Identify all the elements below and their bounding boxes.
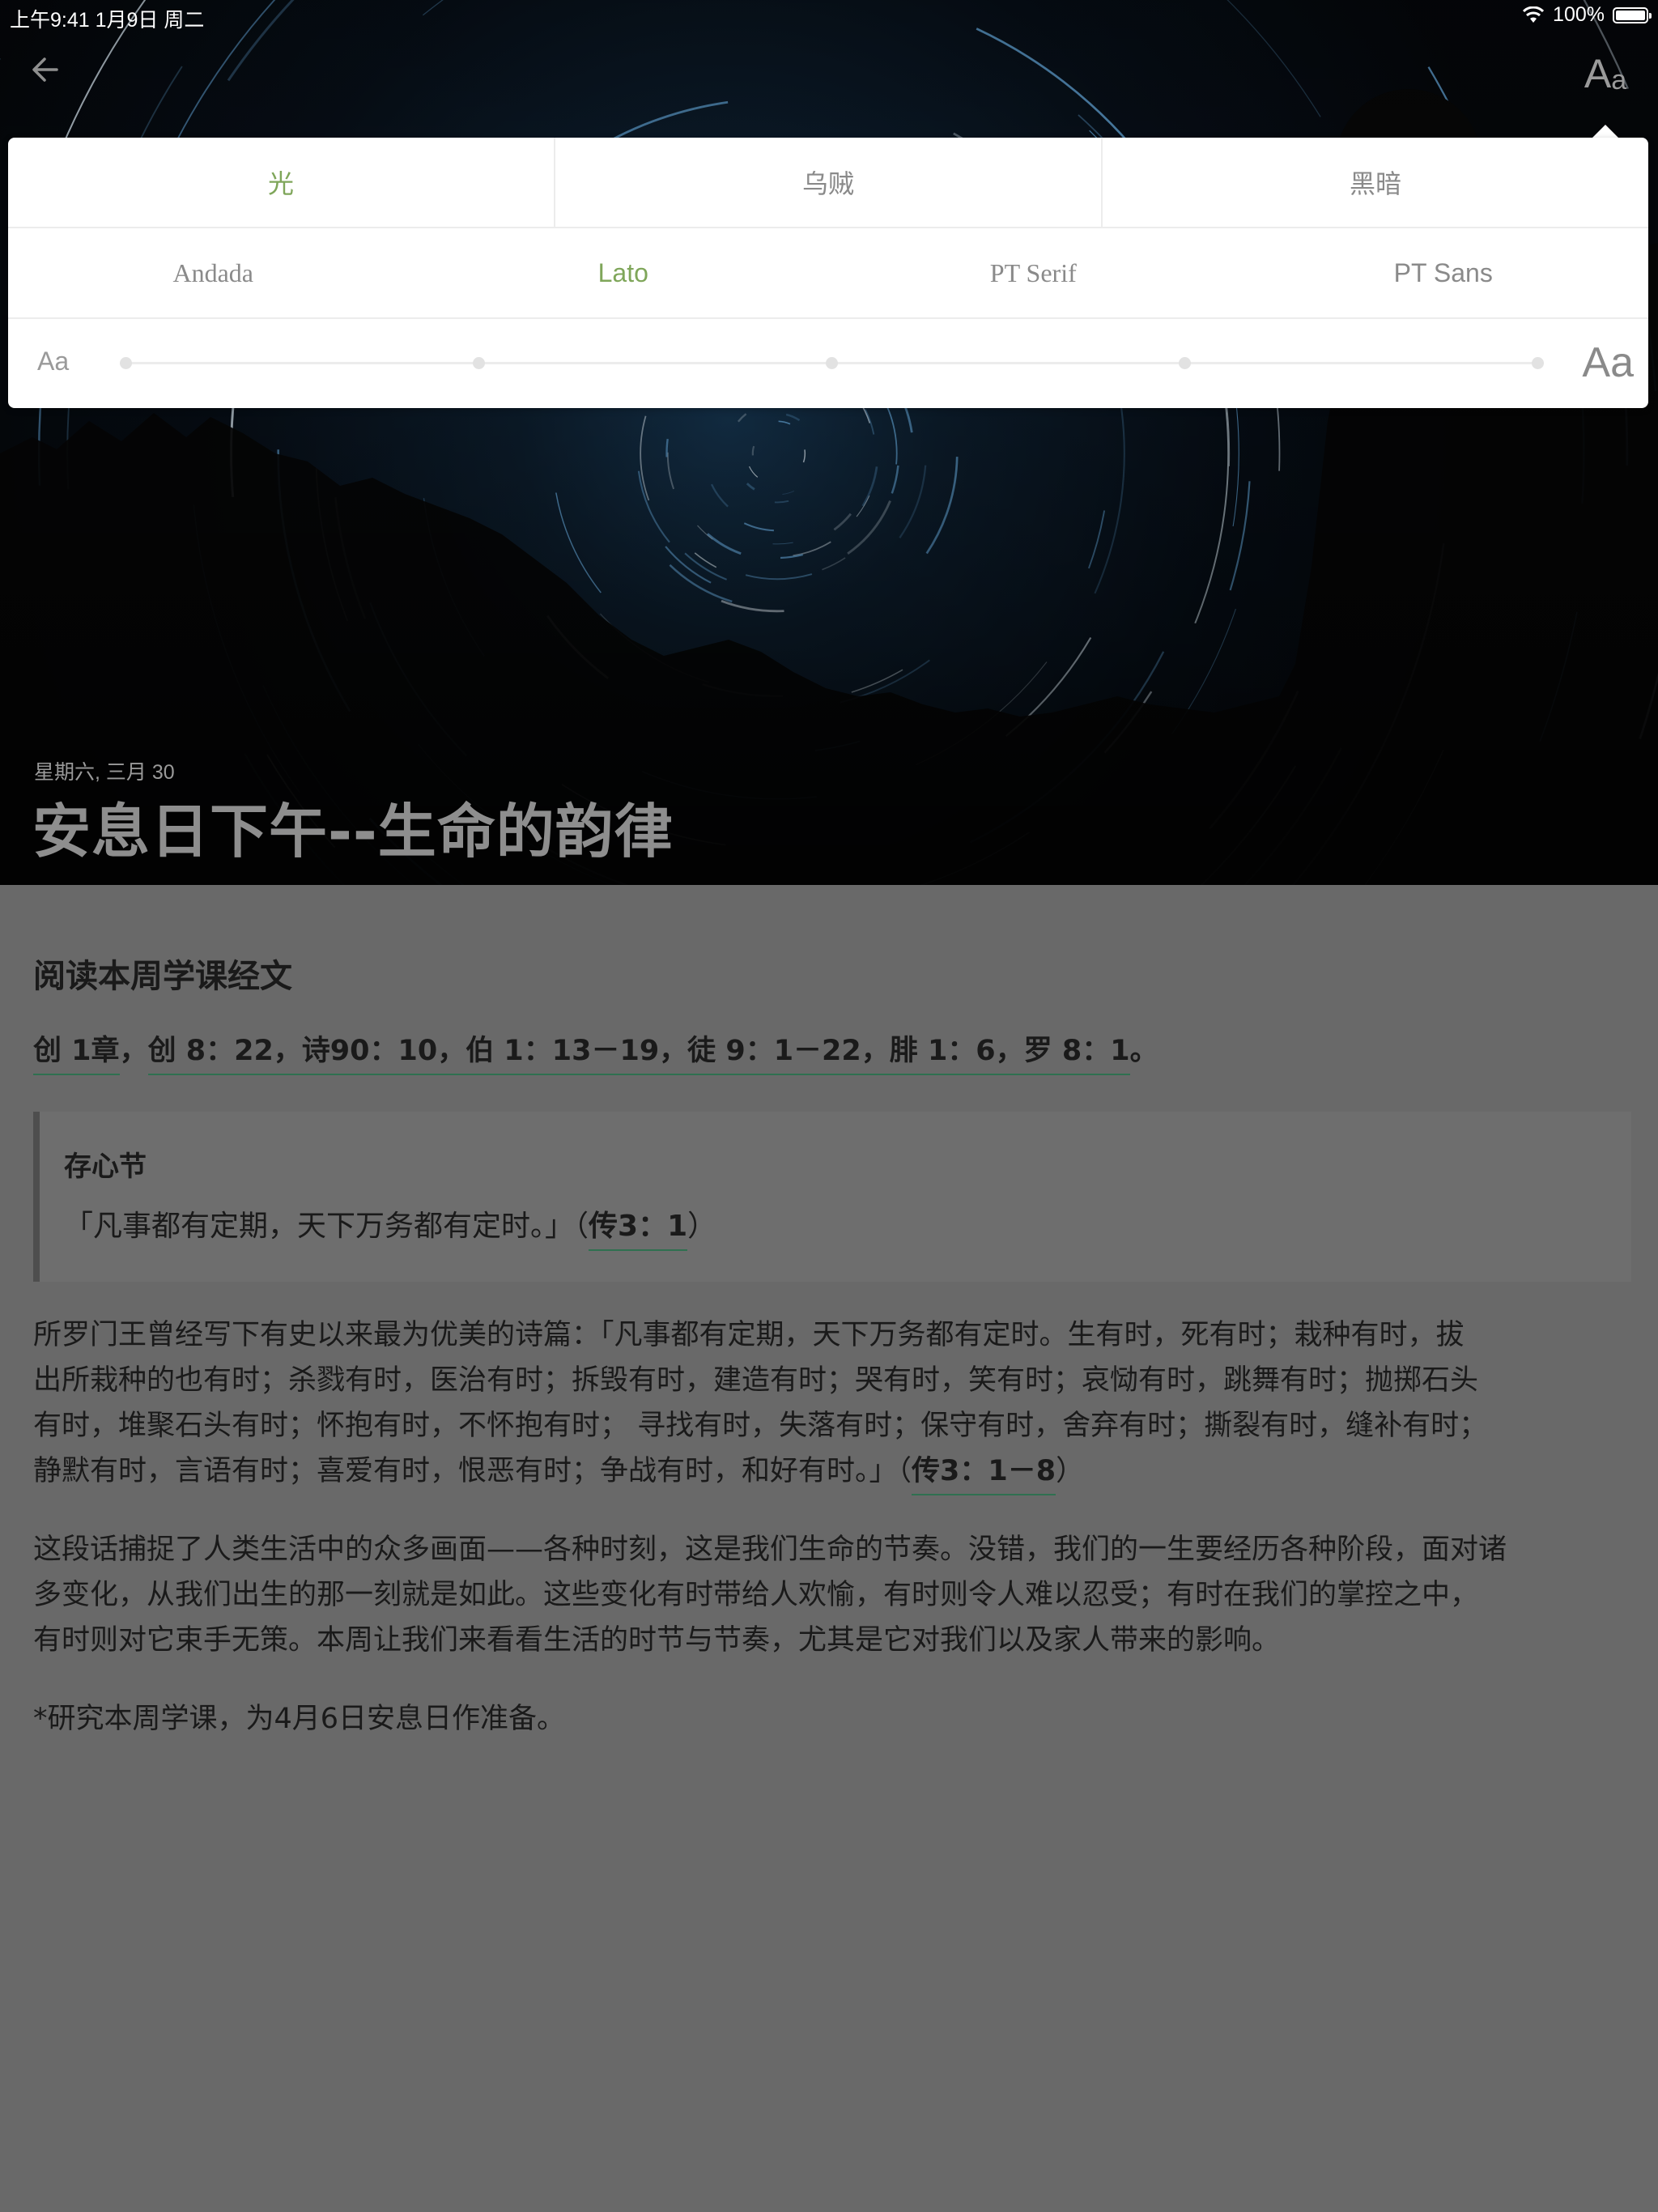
refs-separator: ， — [119, 1035, 148, 1067]
refs-end: 。 — [1129, 1035, 1158, 1067]
scripture-link[interactable]: 传3：1－8 — [912, 1455, 1056, 1495]
scripture-link[interactable]: 创 8：22，诗90：10，伯 1：13－19，徒 9：1－22，腓 1：6，罗… — [147, 1035, 1130, 1075]
paragraph-line: 有时则对它束手无策。本周让我们来看看生活的时节与节奏，尤其是它对我们以及家人带来… — [33, 1624, 1281, 1657]
wifi-icon — [1522, 6, 1545, 23]
text-size-icon-small: a — [1611, 65, 1627, 96]
font-size-step-dot[interactable] — [1532, 357, 1544, 369]
status-right: 100% — [1522, 3, 1652, 27]
lesson-content: 阅读本周学课经文 创 1章，创 8：22，诗90：10，伯 1：13－19，徒 … — [0, 885, 1658, 2212]
section-heading: 阅读本周学课经文 — [33, 958, 292, 995]
text-settings-popover: 光 乌贼 黑暗 Andada Lato PT Serif PT Sans Aa … — [8, 138, 1648, 408]
memory-verse-title: 存心节 — [64, 1151, 147, 1183]
paragraph: 所罗门王曾经写下有史以来最为优美的诗篇：「凡事都有定期，天下万务都有定时。生有时… — [33, 1312, 1625, 1495]
font-option-pt-sans[interactable]: PT Sans — [1239, 228, 1649, 317]
font-selector: Andada Lato PT Serif PT Sans — [8, 228, 1648, 319]
popover-arrow — [1592, 125, 1619, 138]
font-option-lato[interactable]: Lato — [419, 228, 829, 317]
lesson-title: 安息日下午--生命的韵律 — [32, 798, 674, 866]
font-size-step-dot[interactable] — [120, 357, 132, 369]
theme-option-sepia[interactable]: 乌贼 — [555, 138, 1103, 227]
theme-selector: 光 乌贼 黑暗 — [8, 138, 1648, 228]
memory-verse-block: 存心节 「凡事都有定期，天下万务都有定时。」（传3：1） — [33, 1112, 1631, 1282]
paragraph-note: *研究本周学课，为4月6日安息日作准备。 — [33, 1703, 566, 1735]
paragraph-line: 这段话捕捉了人类生活中的众多画面——各种时刻，这是我们生命的节奏。没错，我们的一… — [33, 1534, 1507, 1566]
lesson-date: 星期六, 三月 30 — [34, 761, 175, 784]
lesson-cover-image: 星期六, 三月 30 安息日下午--生命的韵律 — [0, 0, 1658, 885]
font-size-large-label: Aa — [1582, 339, 1634, 386]
battery-percent: 100% — [1553, 3, 1605, 26]
paragraph-line: 静默有时，言语有时；喜爱有时，恨恶有时；争战有时，和好有时。」（传3：1－8） — [33, 1448, 1625, 1495]
status-time-date: 上午9:41 1月9日 周二 — [10, 9, 205, 32]
memory-verse-text: 「凡事都有定期，天下万务都有定时。」（传3：1） — [64, 1202, 717, 1251]
paragraph-text: 静默有时，言语有时；喜爱有时，恨恶有时；争战有时，和好有时。」（ — [33, 1455, 912, 1487]
text-settings-button[interactable]: Aa — [1577, 45, 1634, 94]
scripture-references: 创 1章，创 8：22，诗90：10，伯 1：13－19，徒 9：1－22，腓 … — [33, 1027, 1158, 1075]
paragraph: 这段话捕捉了人类生活中的众多画面——各种时刻，这是我们生命的节奏。没错，我们的一… — [33, 1527, 1625, 1663]
font-option-andada[interactable]: Andada — [8, 228, 419, 317]
status-bar: 上午9:41 1月9日 周二 100% — [0, 0, 1658, 32]
font-size-selector: Aa Aa — [8, 319, 1648, 408]
theme-option-light[interactable]: 光 — [8, 138, 555, 227]
theme-option-dark[interactable]: 黑暗 — [1103, 138, 1648, 227]
font-size-small-label: Aa — [37, 347, 70, 376]
hero-fade-overlay — [0, 0, 1658, 885]
text-size-icon: A — [1584, 51, 1612, 96]
arrow-left-icon — [32, 57, 58, 82]
reader-screen: 星期六, 三月 30 安息日下午--生命的韵律 上午9:41 1月9日 周二 1… — [0, 0, 1658, 2212]
paragraph-line: 有时，堆聚石头有时；怀抱有时，不怀抱有时； 寻找有时，失落有时；保守有时，舍弃有… — [33, 1410, 1488, 1442]
memory-verse-quote: 「凡事都有定期，天下万务都有定时。」（ — [64, 1210, 589, 1243]
scripture-link[interactable]: 传3：1 — [589, 1210, 688, 1251]
memory-verse-close: ） — [687, 1210, 717, 1243]
paragraph-text: ） — [1056, 1455, 1085, 1487]
font-size-step-dot[interactable] — [826, 357, 838, 369]
font-size-slider[interactable] — [120, 357, 1544, 369]
battery-icon — [1613, 6, 1652, 23]
font-option-pt-serif[interactable]: PT Serif — [828, 228, 1239, 317]
back-button[interactable] — [24, 49, 66, 91]
paragraph-line: 出所栽种的也有时；杀戮有时，医治有时；拆毁有时，建造有时；哭有时，笑有时；哀恸有… — [33, 1364, 1479, 1397]
paragraph-line: 多变化，从我们出生的那一刻就是如此。这些变化有时带给人欢愉，有时则令人难以忍受；… — [33, 1579, 1479, 1611]
scripture-link[interactable]: 创 1章 — [33, 1035, 120, 1075]
paragraph-line: 所罗门王曾经写下有史以来最为优美的诗篇：「凡事都有定期，天下万务都有定时。生有时… — [33, 1319, 1465, 1351]
font-size-step-dot[interactable] — [1179, 357, 1191, 369]
font-size-step-dot[interactable] — [473, 357, 485, 369]
